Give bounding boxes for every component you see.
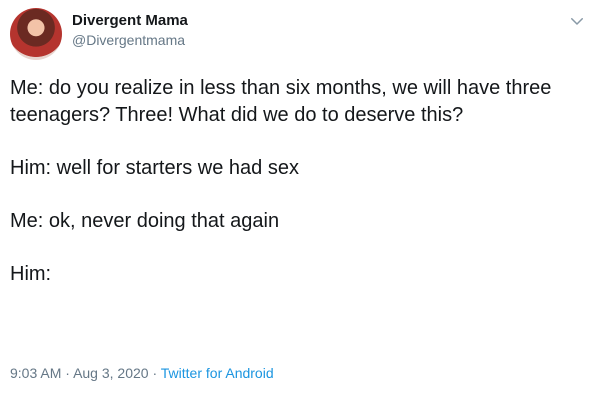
tweet-line: Him: (10, 263, 52, 285)
tweet-text: Me: do you realize in less than six mont… (10, 75, 580, 288)
meta-separator: · (152, 365, 158, 381)
avatar[interactable] (10, 8, 62, 60)
user-handle[interactable]: @Divergentmama (72, 32, 188, 49)
meta-separator: · (65, 365, 70, 381)
chevron-down-icon[interactable] (568, 12, 586, 30)
timestamp-date[interactable]: Aug 3, 2020 (73, 365, 149, 381)
tweet-line: Him: well for starters we had sex (10, 157, 299, 179)
timestamp-time[interactable]: 9:03 AM (10, 365, 61, 381)
display-name[interactable]: Divergent Mama (72, 12, 188, 30)
tweet-line: Me: ok, never doing that again (10, 210, 280, 232)
source-link[interactable]: Twitter for Android (161, 365, 274, 381)
tweet-meta: 9:03 AM · Aug 3, 2020 · Twitter for Andr… (10, 365, 274, 381)
author-block: Divergent Mama @Divergentmama (72, 12, 188, 49)
tweet-card: Divergent Mama @Divergentmama Me: do you… (0, 0, 600, 406)
tweet-line: Me: do you realize in less than six mont… (10, 77, 552, 126)
